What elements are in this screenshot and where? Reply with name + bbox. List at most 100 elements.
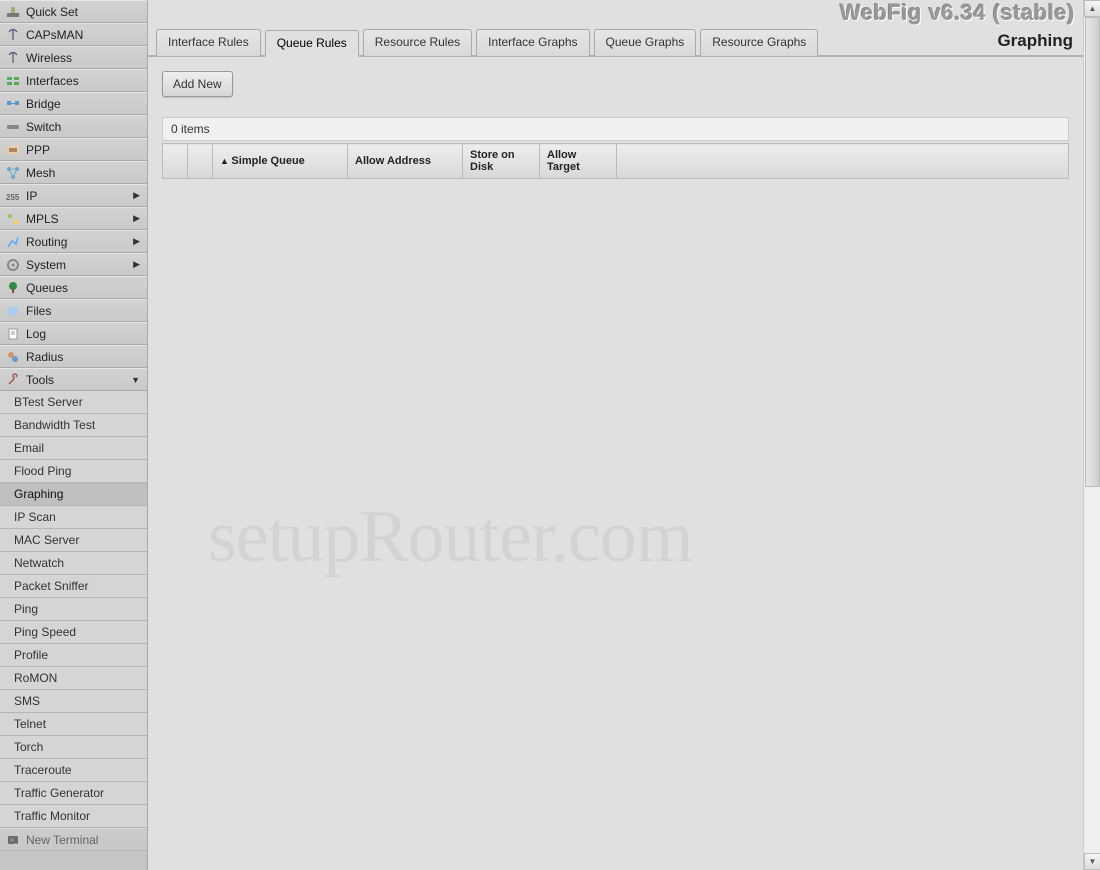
sidebar-item-switch[interactable]: Switch <box>0 115 147 138</box>
interfaces-icon <box>5 73 21 89</box>
sidebar-item-label: MPLS <box>26 212 133 226</box>
tab-interface-graphs[interactable]: Interface Graphs <box>476 29 589 56</box>
sidebar-subitem-mac-server[interactable]: MAC Server <box>0 529 147 552</box>
sidebar-item-mesh[interactable]: Mesh <box>0 161 147 184</box>
sidebar-item-tools[interactable]: Tools ▼ <box>0 368 147 391</box>
sidebar-item-wireless[interactable]: Wireless <box>0 46 147 69</box>
sidebar-item-system[interactable]: System ▶ <box>0 253 147 276</box>
sidebar-subitem-torch[interactable]: Torch <box>0 736 147 759</box>
sidebar-subitem-sms[interactable]: SMS <box>0 690 147 713</box>
tab-resource-graphs[interactable]: Resource Graphs <box>700 29 818 56</box>
tab-queue-rules[interactable]: Queue Rules <box>265 30 359 57</box>
sidebar-item-label: CAPsMAN <box>26 28 142 42</box>
switch-icon <box>5 119 21 135</box>
mpls-icon <box>5 211 21 227</box>
sidebar-item-label: Tools <box>26 373 131 387</box>
main-area: WebFig v6.34 (stable) Interface RulesQue… <box>148 0 1083 870</box>
antenna-icon <box>5 50 21 66</box>
sidebar-item-label: System <box>26 258 133 272</box>
tabs: Interface RulesQueue RulesResource Rules… <box>148 28 1083 57</box>
app-title: WebFig v6.34 (stable) <box>840 0 1075 26</box>
system-icon <box>5 257 21 273</box>
files-icon <box>5 303 21 319</box>
sidebar-subitem-ping[interactable]: Ping <box>0 598 147 621</box>
sidebar-item-newterminal[interactable]: >_ New Terminal <box>0 828 147 851</box>
routing-icon <box>5 234 21 250</box>
scroll-down-button[interactable]: ▼ <box>1084 853 1100 870</box>
sidebar-item-mpls[interactable]: MPLS ▶ <box>0 207 147 230</box>
chevron-right-icon: ▶ <box>133 236 140 247</box>
sidebar-item-label: Queues <box>26 281 142 295</box>
tools-submenu: BTest ServerBandwidth TestEmailFlood Pin… <box>0 391 147 828</box>
sidebar-subitem-romon[interactable]: RoMON <box>0 667 147 690</box>
sidebar-subitem-ip-scan[interactable]: IP Scan <box>0 506 147 529</box>
svg-text:>_: >_ <box>10 838 18 844</box>
sidebar-item-log[interactable]: Log <box>0 322 147 345</box>
sidebar-item-label: New Terminal <box>26 833 142 847</box>
antenna-icon <box>5 27 21 43</box>
sidebar-item-label: Routing <box>26 235 133 249</box>
queue-rules-table: Simple Queue Allow Address Store on Disk… <box>162 143 1069 179</box>
sidebar-item-radius[interactable]: Radius <box>0 345 147 368</box>
tab-interface-rules[interactable]: Interface Rules <box>156 29 261 56</box>
sidebar-item-interfaces[interactable]: Interfaces <box>0 69 147 92</box>
sidebar-item-quickset[interactable]: Quick Set <box>0 0 147 23</box>
sidebar-subitem-email[interactable]: Email <box>0 437 147 460</box>
items-count: 0 items <box>162 117 1069 141</box>
sidebar-subitem-telnet[interactable]: Telnet <box>0 713 147 736</box>
tools-icon <box>5 372 21 388</box>
chevron-right-icon: ▶ <box>133 259 140 270</box>
chevron-right-icon: ▶ <box>133 190 140 201</box>
sidebar-subitem-bandwidth-test[interactable]: Bandwidth Test <box>0 414 147 437</box>
scroll-thumb[interactable] <box>1085 17 1100 487</box>
sidebar-item-label: PPP <box>26 143 142 157</box>
sidebar-item-label: Files <box>26 304 142 318</box>
col-blank3[interactable] <box>617 144 1069 179</box>
sidebar-item-ip[interactable]: 255 IP ▶ <box>0 184 147 207</box>
sidebar-item-label: Wireless <box>26 51 142 65</box>
col-blank2[interactable] <box>188 144 213 179</box>
sidebar-subitem-packet-sniffer[interactable]: Packet Sniffer <box>0 575 147 598</box>
sidebar-subitem-profile[interactable]: Profile <box>0 644 147 667</box>
sidebar-item-ppp[interactable]: PPP <box>0 138 147 161</box>
sidebar-item-bridge[interactable]: Bridge <box>0 92 147 115</box>
sidebar-item-label: Interfaces <box>26 74 142 88</box>
content: Add New 0 items Simple Queue Allow Addre… <box>148 57 1083 179</box>
sidebar-item-label: IP <box>26 189 133 203</box>
ip-icon: 255 <box>5 188 21 204</box>
scroll-up-button[interactable]: ▲ <box>1084 0 1100 17</box>
sidebar-subitem-ping-speed[interactable]: Ping Speed <box>0 621 147 644</box>
col-allow-target[interactable]: Allow Target <box>540 144 617 179</box>
bridge-icon <box>5 96 21 112</box>
tab-queue-graphs[interactable]: Queue Graphs <box>594 29 697 56</box>
chevron-right-icon: ▶ <box>133 213 140 224</box>
sidebar-subitem-traceroute[interactable]: Traceroute <box>0 759 147 782</box>
sidebar-subitem-traffic-monitor[interactable]: Traffic Monitor <box>0 805 147 828</box>
sidebar-subitem-netwatch[interactable]: Netwatch <box>0 552 147 575</box>
add-new-button[interactable]: Add New <box>162 71 233 97</box>
terminal-icon: >_ <box>5 832 21 848</box>
sidebar-item-label: Radius <box>26 350 142 364</box>
radius-icon <box>5 349 21 365</box>
page-title: Graphing <box>997 31 1073 51</box>
sidebar-item-label: Quick Set <box>26 5 142 19</box>
mesh-icon <box>5 165 21 181</box>
sidebar-item-capsman[interactable]: CAPsMAN <box>0 23 147 46</box>
scrollbar-vertical[interactable]: ▲ ▼ <box>1083 0 1100 870</box>
tab-resource-rules[interactable]: Resource Rules <box>363 29 472 56</box>
sidebar-item-queues[interactable]: Queues <box>0 276 147 299</box>
quickset-icon <box>5 4 21 20</box>
sidebar-subitem-btest-server[interactable]: BTest Server <box>0 391 147 414</box>
col-allow-address[interactable]: Allow Address <box>348 144 463 179</box>
sidebar-item-files[interactable]: Files <box>0 299 147 322</box>
sidebar-item-label: Mesh <box>26 166 142 180</box>
chevron-down-icon: ▼ <box>131 375 140 385</box>
sidebar-subitem-flood-ping[interactable]: Flood Ping <box>0 460 147 483</box>
sidebar-subitem-graphing[interactable]: Graphing <box>0 483 147 506</box>
sidebar-item-routing[interactable]: Routing ▶ <box>0 230 147 253</box>
col-simple-queue[interactable]: Simple Queue <box>213 144 348 179</box>
col-blank1[interactable] <box>163 144 188 179</box>
sidebar-item-label: Bridge <box>26 97 142 111</box>
col-store-on-disk[interactable]: Store on Disk <box>463 144 540 179</box>
sidebar-subitem-traffic-generator[interactable]: Traffic Generator <box>0 782 147 805</box>
